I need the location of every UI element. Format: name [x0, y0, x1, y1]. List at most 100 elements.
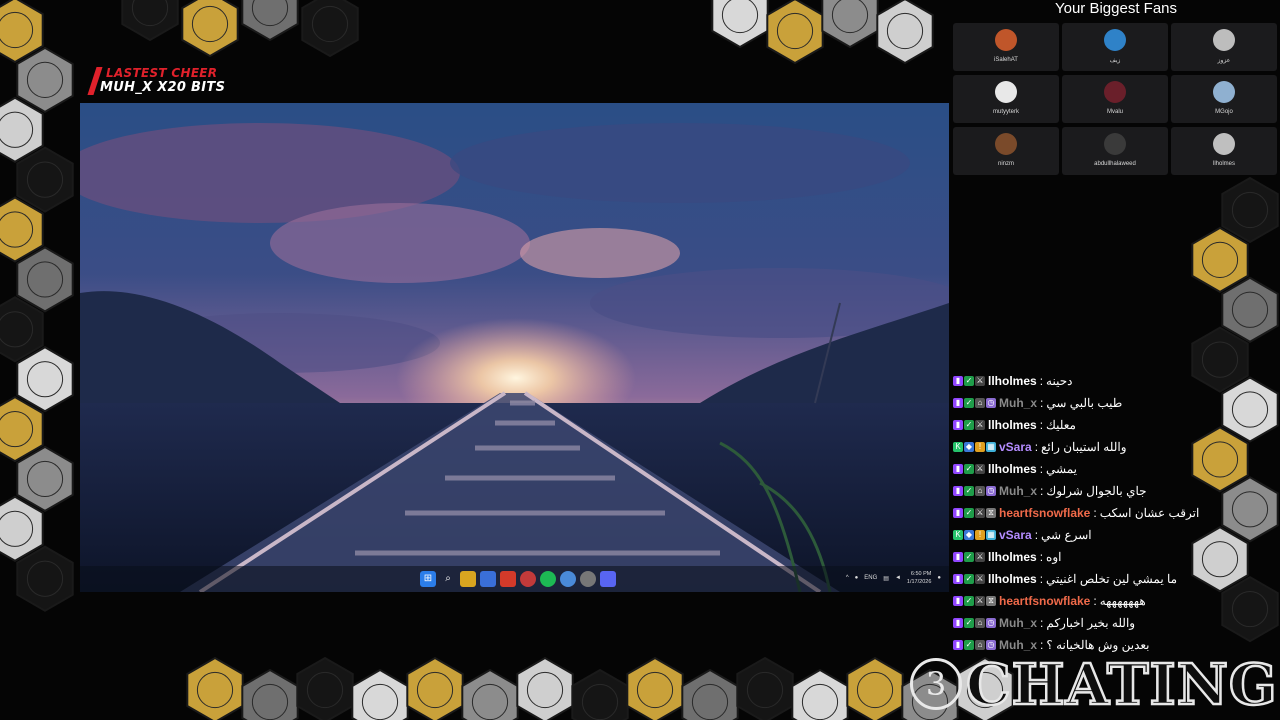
hex-tile — [736, 656, 794, 720]
chat-separator: : — [1039, 374, 1044, 388]
sword-badge-icon: ⚔ — [975, 508, 985, 518]
avatar — [995, 81, 1017, 103]
fan-name: abdullhalaweed — [1094, 161, 1136, 167]
obs-icon[interactable] — [580, 571, 596, 587]
badge-group: ▮ ✓ ⚔ ⧖ — [953, 596, 996, 606]
chevron-up-icon[interactable]: ^ — [846, 575, 849, 581]
app-red-icon[interactable] — [520, 571, 536, 587]
badge-group: ▮ ✓ ⚔ — [953, 552, 985, 562]
chat-username[interactable]: vSara — [999, 440, 1032, 454]
language-indicator[interactable]: ENG — [864, 575, 877, 581]
check-badge-icon: ✓ — [964, 640, 974, 650]
chat-separator: : — [1039, 550, 1044, 564]
brave-browser-icon[interactable] — [500, 571, 516, 587]
check-badge-icon: ✓ — [964, 486, 974, 496]
hex-tile — [516, 656, 574, 720]
chat-text: بعدين وش هالخيانه ؟ — [1046, 638, 1150, 652]
chat-username[interactable]: Muh_x — [999, 484, 1037, 498]
hex-tile — [461, 668, 519, 720]
chat-username[interactable]: llholmes — [988, 550, 1037, 564]
chat-username[interactable]: Muh_x — [999, 616, 1037, 630]
check-badge-icon: ✓ — [964, 618, 974, 628]
hex-tile — [766, 0, 824, 65]
chat-username[interactable]: heartfsnowflake — [999, 506, 1090, 520]
badge-group: ▮ ✓ ⚔ — [953, 420, 985, 430]
notification-icon[interactable]: ● — [937, 575, 941, 581]
crown-badge-icon: ! — [975, 442, 985, 452]
chat-message: K ◆! ▦ vSara: والله استيبان رائع — [953, 436, 1253, 458]
chat-text: والله بخير اخباركم — [1046, 616, 1136, 630]
hex-tile — [16, 146, 74, 213]
gift-badge-icon: ⌂ — [975, 640, 985, 650]
chat-separator: : — [1040, 638, 1044, 652]
hex-tile — [1221, 276, 1279, 343]
kick-badge-icon: K — [953, 530, 963, 540]
chat-separator: : — [1093, 594, 1097, 608]
bits-badge-icon: ⧖ — [986, 596, 996, 606]
fan-card: ninzm — [953, 127, 1059, 175]
chat-separator: : — [1034, 440, 1039, 454]
discord-icon[interactable] — [600, 571, 616, 587]
store-icon[interactable] — [480, 571, 496, 587]
avatar — [995, 29, 1017, 51]
chat-username[interactable]: Muh_x — [999, 396, 1037, 410]
sword-badge-icon: ⚔ — [975, 596, 985, 606]
chat-message: K ◆! ▦ vSara: اسرع شي — [953, 524, 1253, 546]
chat-separator: : — [1039, 418, 1044, 432]
avatar — [1213, 133, 1235, 155]
check-badge-icon: ✓ — [964, 596, 974, 606]
twitch-badge-icon: ▮ — [953, 464, 963, 474]
windows-start-icon[interactable]: ⊞ — [420, 571, 436, 587]
twitch-badge-icon: ▮ — [953, 376, 963, 386]
chat-message: ▮ ✓ ⚔ llholmes: معليك — [953, 414, 1253, 436]
volume-icon[interactable]: ◄ — [895, 575, 901, 581]
hex-tile — [181, 0, 239, 58]
fan-card: mutyyterk — [953, 75, 1059, 123]
taskbar-clock[interactable]: 6:50 PM 1/17/2026 — [907, 570, 931, 586]
check-badge-icon: ✓ — [964, 464, 974, 474]
check-badge-icon: ✓ — [964, 552, 974, 562]
chat-separator: : — [1040, 484, 1044, 498]
badge-group: ▮ ✓ ⚔ — [953, 376, 985, 386]
chat-message: ▮ ✓ ⌂ ◷ Muh_x: طيب بالبي سي — [953, 392, 1253, 414]
chat-username[interactable]: heartfsnowflake — [999, 594, 1090, 608]
logo-wordmark: CHATING — [965, 651, 1278, 720]
chat-username[interactable]: Muh_x — [999, 638, 1037, 652]
hex-tile — [241, 668, 299, 720]
sword-badge-icon: ⚔ — [975, 376, 985, 386]
clock-time: 6:50 PM — [910, 571, 932, 577]
chating-logo: 3 CHATING — [908, 651, 1278, 719]
kick-badge-icon: K — [953, 442, 963, 452]
badge-group: ▮ ✓ ⌂ ◷ — [953, 640, 996, 650]
microphone-icon[interactable]: ● — [855, 575, 859, 581]
check-badge-icon: ✓ — [964, 376, 974, 386]
chat-username[interactable]: llholmes — [988, 462, 1037, 476]
fan-card: زيف — [1062, 23, 1168, 71]
file-explorer-icon[interactable] — [460, 571, 476, 587]
twitch-badge-icon: ▮ — [953, 398, 963, 408]
avatar — [1104, 29, 1126, 51]
fan-card: iSalehAT — [953, 23, 1059, 71]
hex-tile — [301, 0, 359, 58]
chat-username[interactable]: llholmes — [988, 374, 1037, 388]
avatar — [1213, 81, 1235, 103]
hex-tile — [681, 668, 739, 720]
network-icon[interactable]: ▤ — [883, 575, 889, 582]
chat-username[interactable]: vSara — [999, 528, 1032, 542]
twitch-badge-icon: ▮ — [953, 552, 963, 562]
fan-card: llholmes — [1171, 127, 1277, 175]
spotify-icon[interactable] — [540, 571, 556, 587]
hex-tile — [1221, 176, 1279, 244]
hex-tile — [186, 656, 244, 720]
search-icon[interactable]: ⌕ — [440, 571, 456, 587]
chat-username[interactable]: llholmes — [988, 418, 1037, 432]
hex-tile — [406, 656, 464, 720]
chat-separator: : — [1039, 462, 1044, 476]
sword-badge-icon: ⚔ — [975, 574, 985, 584]
app-blue-icon[interactable] — [560, 571, 576, 587]
cheer-badge-icon: ▦ — [986, 442, 996, 452]
sword-badge-icon: ⚔ — [975, 552, 985, 562]
chat-username[interactable]: llholmes — [988, 572, 1037, 586]
latest-cheer-banner: LASTEST CHEER MUH_X X20 BITS — [86, 64, 266, 98]
chat-message: ▮ ✓ ⚔ llholmes: يمشي — [953, 458, 1253, 480]
